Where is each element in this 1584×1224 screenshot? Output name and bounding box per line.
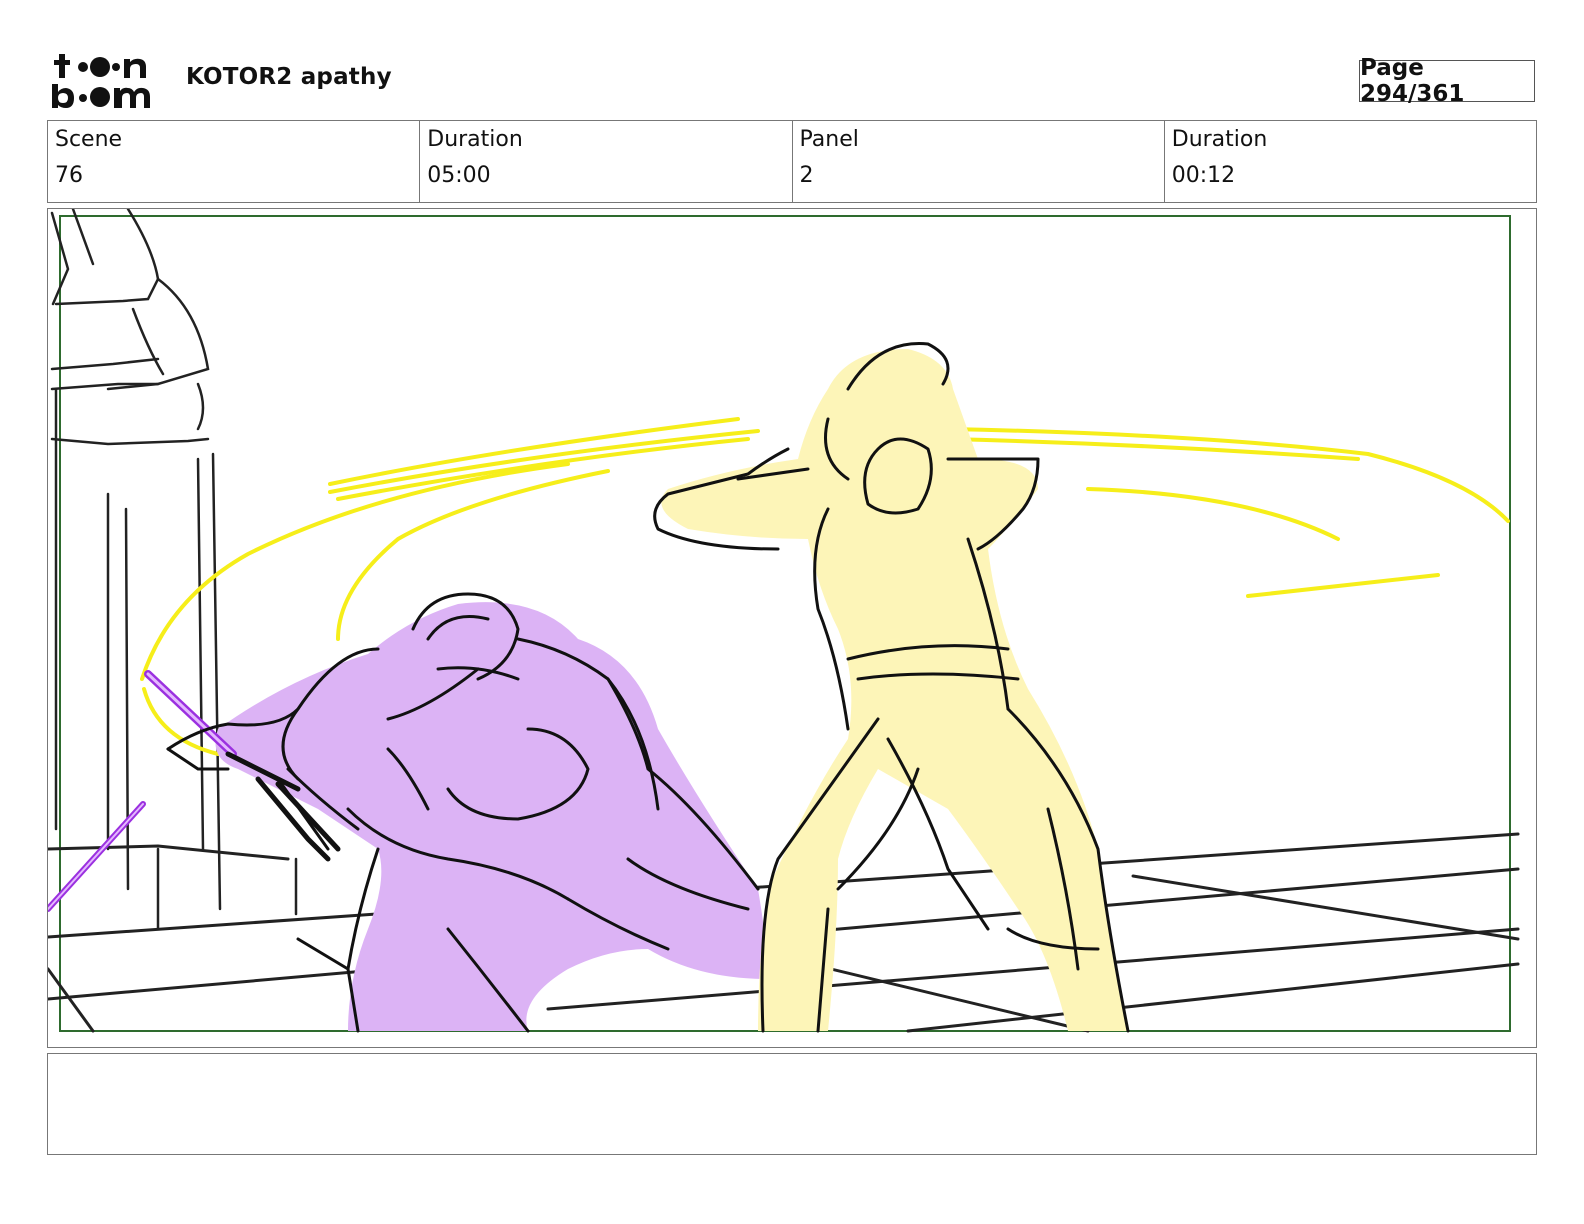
scene-duration-label: Duration — [427, 127, 523, 152]
panel-info-table: Scene 76 Duration 05:00 Panel 2 Duration… — [47, 120, 1537, 203]
scene-label: Scene — [55, 127, 123, 152]
panel-drawing — [48, 209, 1520, 1033]
scene-value: 76 — [55, 163, 83, 188]
panel-duration-value: 00:12 — [1171, 163, 1236, 188]
panel-label: Panel — [799, 127, 859, 152]
toon-boom-logo — [50, 50, 164, 112]
purple-lightsaber — [48, 670, 237, 912]
panel-cell: Panel 2 — [793, 121, 1165, 202]
scene-duration-value: 05:00 — [427, 163, 491, 188]
project-title: KOTOR2 apathy — [186, 64, 392, 90]
pillar-sketch — [50, 209, 298, 931]
panel-duration-label: Duration — [1171, 127, 1268, 152]
storyboard-panel — [47, 208, 1537, 1048]
scene-duration-cell: Duration 05:00 — [420, 121, 793, 202]
page-indicator: Page 294/361 — [1359, 55, 1535, 107]
panel-notes-box — [47, 1053, 1537, 1155]
panel-value: 2 — [799, 163, 814, 188]
scene-cell: Scene 76 — [48, 121, 421, 202]
panel-duration-cell: Duration 00:12 — [1165, 121, 1536, 202]
